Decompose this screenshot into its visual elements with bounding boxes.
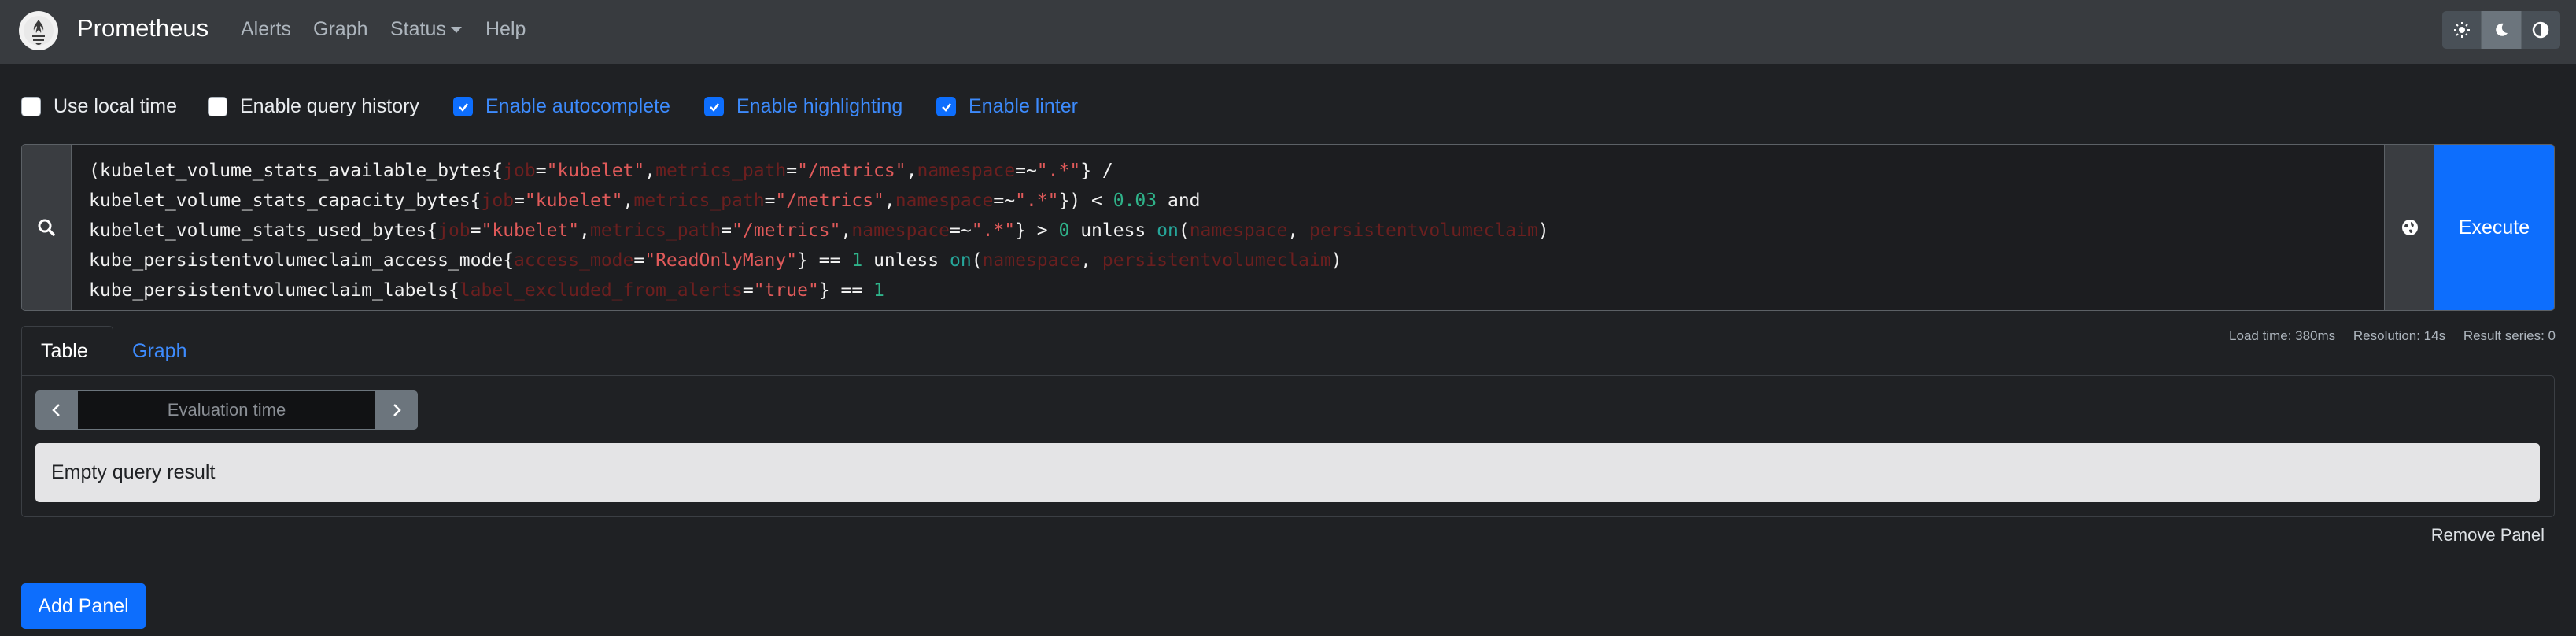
enable-query-history-checkbox[interactable] xyxy=(208,97,227,116)
enable-highlighting-label: Enable highlighting xyxy=(736,95,903,117)
chevron-down-icon xyxy=(450,27,462,34)
tab-graph[interactable]: Graph xyxy=(113,326,205,376)
empty-query-result: Empty query result xyxy=(35,443,2540,502)
check-icon xyxy=(458,102,468,112)
moon-icon xyxy=(2496,23,2508,36)
query-line: (kubelet_volume_stats_available_bytes{jo… xyxy=(89,161,1113,181)
search-icon xyxy=(38,219,55,236)
enable-autocomplete-label: Enable autocomplete xyxy=(485,95,670,117)
use-local-time-checkbox[interactable] xyxy=(21,97,41,116)
theme-auto-button[interactable] xyxy=(2521,11,2560,49)
prometheus-logo-icon[interactable] xyxy=(19,11,58,50)
resolution-stat: Resolution: 14s xyxy=(2353,328,2446,343)
globe-icon xyxy=(2401,220,2418,235)
query-input-group: (kubelet_volume_stats_available_bytes{jo… xyxy=(21,144,2555,311)
enable-linter-checkbox[interactable] xyxy=(936,97,956,116)
use-local-time-option[interactable]: Use local time xyxy=(21,95,177,118)
chevron-right-icon xyxy=(393,404,401,416)
query-line: kube_persistentvolumeclaim_access_mode{a… xyxy=(89,250,1342,271)
execute-button[interactable]: Execute xyxy=(2434,145,2554,310)
query-expression-editor[interactable]: (kubelet_volume_stats_available_bytes{jo… xyxy=(72,145,2384,310)
sun-icon xyxy=(2453,22,2470,38)
brand-title[interactable]: Prometheus xyxy=(77,14,209,43)
nav-alerts[interactable]: Alerts xyxy=(241,18,291,41)
nav-status-label: Status xyxy=(390,18,446,40)
nav-graph[interactable]: Graph xyxy=(313,18,367,41)
evaluation-time-input[interactable]: Evaluation time xyxy=(78,390,375,430)
theme-dark-button[interactable] xyxy=(2482,11,2522,49)
tab-table[interactable]: Table xyxy=(21,326,113,376)
load-time-stat: Load time: 380ms xyxy=(2229,328,2336,343)
search-icon-cell xyxy=(22,145,72,310)
query-line: kubelet_volume_stats_used_bytes{job="kub… xyxy=(89,220,1549,241)
result-series-stat: Result series: 0 xyxy=(2463,328,2556,343)
nav-help[interactable]: Help xyxy=(485,18,526,41)
eval-time-prev-button[interactable] xyxy=(35,390,78,430)
nav-status-dropdown[interactable]: Status xyxy=(390,18,462,41)
enable-autocomplete-option[interactable]: Enable autocomplete xyxy=(453,95,670,118)
query-line: kube_persistentvolumeclaim_labels{label_… xyxy=(89,280,884,301)
enable-linter-label: Enable linter xyxy=(969,95,1078,117)
enable-query-history-option[interactable]: Enable query history xyxy=(208,95,419,118)
enable-highlighting-option[interactable]: Enable highlighting xyxy=(704,95,902,118)
top-navbar: Prometheus Alerts Graph Status Help xyxy=(0,0,2576,64)
enable-linter-option[interactable]: Enable linter xyxy=(936,95,1078,118)
half-circle-icon xyxy=(2533,21,2549,39)
remove-panel-button[interactable]: Remove Panel xyxy=(2431,525,2545,545)
query-line: kubelet_volume_stats_capacity_bytes{job=… xyxy=(89,190,1201,211)
query-stats: Load time: 380ms Resolution: 14s Result … xyxy=(2215,328,2556,344)
evaluation-time-control: Evaluation time xyxy=(35,390,418,430)
use-local-time-label: Use local time xyxy=(54,95,177,117)
theme-toggle-group xyxy=(2442,11,2560,49)
eval-time-next-button[interactable] xyxy=(375,390,418,430)
theme-light-button[interactable] xyxy=(2442,11,2482,49)
enable-query-history-label: Enable query history xyxy=(240,95,419,117)
metrics-explorer-button[interactable] xyxy=(2384,145,2434,310)
chevron-left-icon xyxy=(52,404,60,416)
enable-highlighting-checkbox[interactable] xyxy=(704,97,724,116)
enable-autocomplete-checkbox[interactable] xyxy=(453,97,473,116)
check-icon xyxy=(941,102,951,112)
add-panel-button[interactable]: Add Panel xyxy=(21,583,146,629)
check-icon xyxy=(709,102,719,112)
